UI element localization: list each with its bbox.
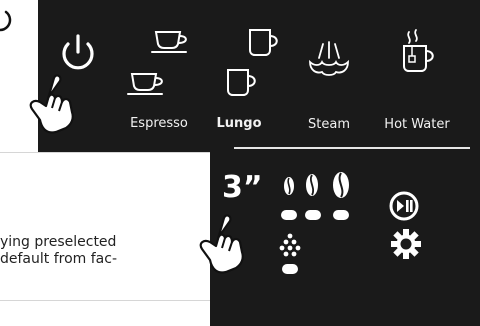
steam-label: Steam: [308, 117, 350, 132]
divider: [0, 152, 210, 153]
hot-water-button[interactable]: [400, 28, 440, 76]
pointing-hand-icon: [199, 214, 244, 274]
espresso-double-button[interactable]: [150, 28, 194, 56]
espresso-cup-icon: [127, 73, 163, 95]
ground-indicator: [282, 264, 298, 274]
espresso-button[interactable]: [126, 70, 170, 98]
divider: [0, 300, 210, 301]
lungo-mug-icon: [249, 29, 278, 56]
start-stop-button[interactable]: [386, 188, 422, 224]
gear-icon: [391, 229, 421, 259]
strength-indicator: [333, 210, 349, 220]
lungo-double-button[interactable]: [246, 26, 286, 60]
lungo-label: Lungo: [216, 116, 262, 131]
coffee-bean-icon: [284, 177, 294, 195]
time-display: 3”: [222, 170, 263, 205]
strength-indicator: [281, 210, 297, 220]
settings-button[interactable]: [390, 228, 422, 260]
strength-indicator: [305, 210, 321, 220]
power-icon-partial: [0, 10, 12, 32]
ground-coffee-button[interactable]: [276, 232, 304, 280]
espresso-label: Espresso: [130, 116, 188, 131]
power-button[interactable]: [54, 30, 102, 78]
steam-button[interactable]: [306, 40, 352, 80]
coffee-bean-icon: [333, 172, 349, 198]
pointing-hand-icon: [29, 74, 74, 134]
power-icon: [62, 34, 94, 70]
coffee-bean-icon: [306, 174, 318, 196]
play-pause-icon: [389, 191, 419, 221]
espresso-cup-icon: [151, 31, 187, 53]
bean-strength-selector[interactable]: [276, 172, 360, 228]
instruction-text-line: ying preselected: [0, 234, 117, 250]
hot-water-label: Hot Water: [384, 117, 450, 132]
lungo-mug-icon: [227, 69, 256, 96]
hot-water-mug-icon: [403, 29, 434, 72]
lungo-button[interactable]: [224, 66, 264, 100]
steam-icon: [309, 41, 349, 76]
ground-coffee-icon: [279, 233, 301, 257]
instruction-text-line: default from fac-: [0, 251, 117, 267]
separator-line: [234, 147, 470, 149]
